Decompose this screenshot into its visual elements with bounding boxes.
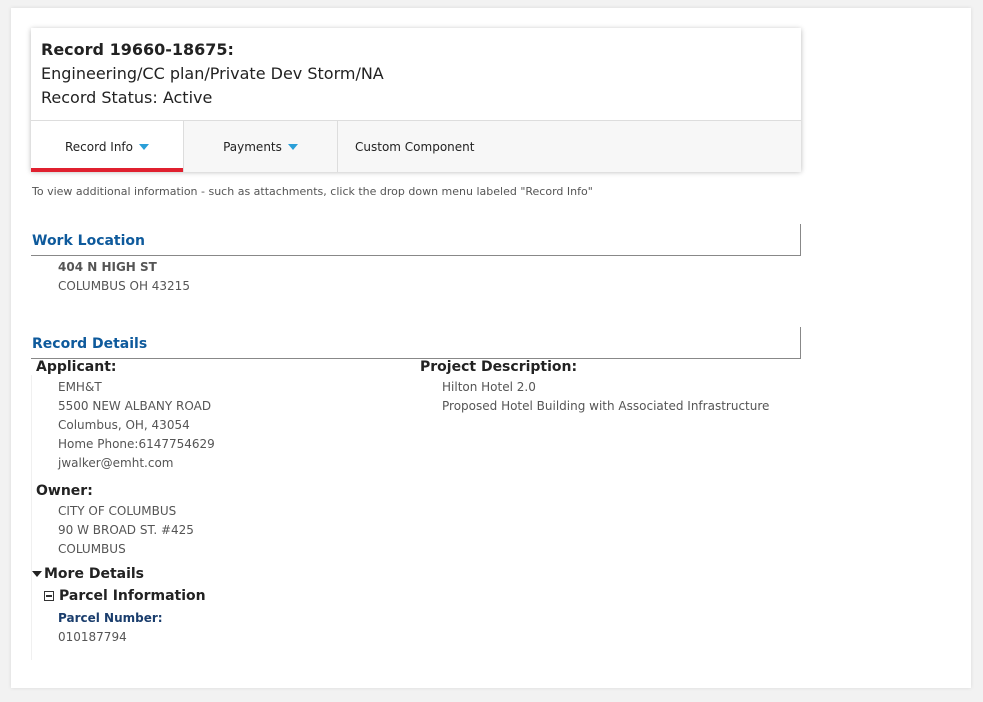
record-tabs: Record Info Payments Custom Component — [31, 120, 801, 172]
triangle-down-icon — [32, 571, 42, 577]
chevron-down-icon — [287, 143, 298, 150]
more-details-toggle[interactable]: More Details — [32, 566, 144, 582]
applicant-phone: Home Phone:6147754629 — [58, 437, 215, 451]
info-hint: To view additional information - such as… — [32, 185, 593, 198]
owner-label: Owner: — [36, 483, 93, 499]
tab-record-info-label: Record Info — [65, 139, 133, 154]
work-location-street: 404 N HIGH ST — [58, 260, 157, 274]
applicant-city: Columbus, OH, 43054 — [58, 418, 190, 432]
record-number: Record 19660-18675: — [41, 40, 234, 59]
tab-payments-label: Payments — [223, 139, 282, 154]
record-type: Engineering/CC plan/Private Dev Storm/NA — [41, 64, 384, 83]
project-description-label: Project Description: — [420, 359, 578, 375]
owner-address: 90 W BROAD ST. #425 — [58, 523, 194, 537]
record-header-card: Record 19660-18675: Engineering/CC plan/… — [31, 28, 801, 172]
record-status: Record Status: Active — [41, 88, 213, 107]
tab-record-info[interactable]: Record Info — [31, 121, 184, 172]
project-description: Proposed Hotel Building with Associated … — [442, 399, 770, 413]
parcel-information-label: Parcel Information — [59, 588, 206, 604]
record-details-title: Record Details — [32, 336, 148, 352]
work-location-title: Work Location — [32, 233, 146, 249]
work-location-city: COLUMBUS OH 43215 — [58, 279, 190, 293]
project-name: Hilton Hotel 2.0 — [442, 380, 536, 394]
applicant-address: 5500 NEW ALBANY ROAD — [58, 399, 212, 413]
section-divider — [31, 375, 32, 660]
applicant-name: EMH&T — [58, 380, 102, 394]
parcel-number-label: Parcel Number: — [58, 611, 163, 625]
tab-custom-component-label: Custom Component — [355, 139, 475, 154]
owner-city: COLUMBUS — [58, 542, 126, 556]
applicant-label: Applicant: — [36, 359, 117, 375]
parcel-number-value: 010187794 — [58, 630, 127, 644]
collapse-icon — [44, 591, 54, 601]
applicant-email: jwalker@emht.com — [58, 456, 174, 470]
more-details-label: More Details — [44, 566, 145, 582]
tab-custom-component[interactable]: Custom Component — [338, 121, 474, 172]
owner-name: CITY OF COLUMBUS — [58, 504, 177, 518]
chevron-down-icon — [139, 143, 149, 150]
tab-payments[interactable]: Payments — [184, 121, 338, 172]
record-header: Record 19660-18675: Engineering/CC plan/… — [31, 28, 801, 120]
parcel-information-toggle[interactable]: Parcel Information — [44, 588, 206, 604]
work-location-header: Work Location — [31, 224, 801, 256]
record-details-header: Record Details — [31, 327, 801, 359]
